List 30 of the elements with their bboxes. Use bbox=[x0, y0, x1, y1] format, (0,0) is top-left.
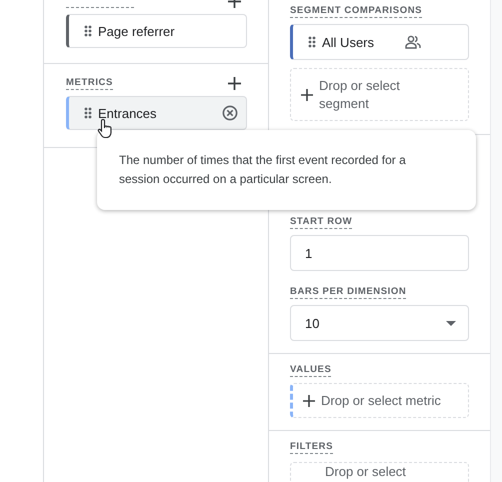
section-heading: FILTERS bbox=[290, 440, 334, 454]
plus-icon[interactable] bbox=[301, 88, 313, 100]
drag-handle-icon[interactable] bbox=[84, 107, 92, 119]
drop-label: Drop or select segment bbox=[319, 76, 401, 112]
plus-icon[interactable] bbox=[228, 76, 241, 90]
remove-icon[interactable] bbox=[222, 105, 238, 121]
dropdown-caret-icon bbox=[446, 320, 456, 326]
drag-handle-icon[interactable] bbox=[84, 25, 92, 37]
bars-dropdown[interactable]: 10 bbox=[290, 305, 469, 341]
section-heading: VALUES bbox=[290, 364, 332, 376]
plus-icon[interactable] bbox=[303, 394, 315, 406]
chip-label: Page referrer bbox=[98, 24, 176, 38]
chip-label: Entrances bbox=[98, 106, 158, 120]
drop-target[interactable]: Drop or select segment bbox=[290, 68, 469, 121]
drag-handle-icon[interactable] bbox=[308, 36, 316, 48]
section-heading: SEGMENT COMPARISONS bbox=[290, 4, 422, 18]
drop-target[interactable]: Drop or select metric bbox=[290, 383, 469, 418]
dimension-chip[interactable]: Page referrer bbox=[66, 14, 247, 48]
section-heading: METRICS bbox=[66, 76, 113, 90]
chip-label: All Users bbox=[322, 34, 374, 50]
drop-target[interactable]: Drop or select bbox=[290, 462, 469, 482]
start-row-field[interactable]: 1 bbox=[290, 235, 469, 271]
segment-chip[interactable]: All Users bbox=[290, 24, 469, 60]
tooltip-text: The number of times that the first event recorded for a session occurred on a particular screen. bbox=[119, 152, 407, 188]
metric-chip[interactable]: Entrances bbox=[66, 96, 247, 130]
section-heading: START ROW bbox=[290, 216, 352, 228]
users-icon bbox=[405, 35, 422, 49]
section-heading: BARS PER DIMENSION bbox=[290, 286, 406, 298]
drop-label: Drop or select bbox=[325, 464, 406, 479]
drop-label: Drop or select metric bbox=[321, 393, 441, 408]
